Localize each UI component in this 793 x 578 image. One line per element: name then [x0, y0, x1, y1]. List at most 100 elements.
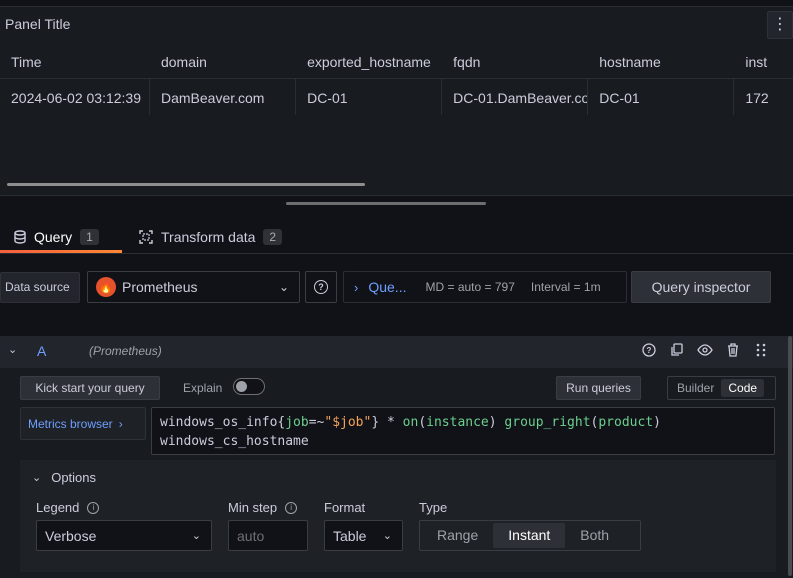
- legend-select[interactable]: Verbose ⌄: [36, 520, 212, 551]
- options-toggle[interactable]: ⌄ Options: [32, 470, 96, 485]
- type-instant[interactable]: Instant: [493, 523, 566, 548]
- kebab-icon[interactable]: ⋮: [767, 11, 793, 39]
- query-ref-id[interactable]: A: [37, 343, 46, 359]
- tab-query[interactable]: Query 1: [14, 220, 99, 253]
- column-header[interactable]: inst: [734, 45, 793, 78]
- datasource-help-button[interactable]: ?: [305, 271, 337, 303]
- datasource-label: Data source: [0, 272, 80, 303]
- table-cell: 2024-06-02 03:12:39: [0, 79, 150, 115]
- chevron-down-icon: ⌄: [382, 530, 392, 542]
- editor-mode-switch: Builder Code: [667, 376, 776, 400]
- metrics-browser-button[interactable]: Metrics browser ›: [20, 407, 146, 440]
- code-token: group_right: [504, 415, 591, 430]
- code-token: windows_os_info{: [160, 415, 286, 430]
- min-step-placeholder: auto: [237, 527, 265, 544]
- run-queries-button[interactable]: Run queries: [556, 376, 641, 400]
- info-icon[interactable]: i: [285, 501, 298, 514]
- help-icon: ?: [314, 280, 328, 294]
- min-step-label: Min step: [228, 500, 278, 515]
- tab-transform-label: Transform data: [161, 228, 256, 245]
- chevron-down-icon: ⌄: [32, 472, 42, 484]
- code-token: (: [418, 415, 427, 430]
- code-token: job: [285, 415, 309, 430]
- resize-splitter[interactable]: [286, 202, 486, 205]
- collapse-chevron-icon[interactable]: ⌄: [8, 343, 17, 356]
- table-cell: 172: [745, 90, 769, 106]
- toggle-knob: [236, 381, 247, 392]
- code-token: product: [598, 415, 654, 430]
- panel: Panel Title ⋮ Time domain exported_hostn…: [0, 6, 793, 196]
- tab-query-label: Query: [34, 228, 73, 245]
- legend-value: Verbose: [45, 527, 97, 544]
- query-toolbar: Data source 🔥 Prometheus ⌄ ? › Que... MD…: [0, 270, 793, 304]
- duplicate-icon[interactable]: [669, 343, 685, 359]
- format-select[interactable]: Table ⌄: [324, 520, 403, 551]
- code-token: ): [488, 415, 505, 430]
- explain-toggle[interactable]: [233, 378, 265, 395]
- help-icon[interactable]: ?: [641, 343, 657, 359]
- query-options-toggle[interactable]: › Que... MD = auto = 797 Interval = 1m: [343, 271, 627, 303]
- legend-label-wrap: Legend i: [36, 500, 100, 515]
- mode-builder[interactable]: Builder: [670, 379, 721, 397]
- tab-query-count: 1: [80, 228, 99, 245]
- eye-icon[interactable]: [697, 343, 713, 359]
- tab-transform-count: 2: [263, 228, 283, 245]
- kick-start-button[interactable]: Kick start your query: [20, 376, 160, 400]
- query-inspector-button[interactable]: Query inspector: [631, 271, 771, 303]
- min-step-label-wrap: Min step i: [228, 500, 298, 515]
- query-row-actions: ?: [641, 343, 769, 359]
- mode-code[interactable]: Code: [721, 379, 765, 397]
- datasource-name: Prometheus: [122, 279, 198, 295]
- editor-tabs: Query 1 Transform data 2: [0, 220, 793, 254]
- format-value: Table: [333, 527, 367, 544]
- data-table: Time domain exported_hostname fqdn hostn…: [0, 45, 793, 115]
- info-icon[interactable]: i: [87, 501, 100, 514]
- svg-text:?: ?: [647, 346, 652, 355]
- tab-transform-data[interactable]: Transform data 2: [139, 220, 283, 253]
- horizontal-scrollbar[interactable]: [7, 183, 365, 186]
- legend-label: Legend: [36, 500, 80, 515]
- type-label: Type: [419, 500, 448, 515]
- code-token: } *: [371, 415, 403, 430]
- panel-title: Panel Title: [5, 16, 71, 32]
- transform-icon: [139, 229, 153, 244]
- query-row-header: ⌄ A (Prometheus) ?: [0, 336, 793, 368]
- type-both[interactable]: Both: [565, 523, 624, 548]
- column-header[interactable]: Time: [0, 45, 150, 78]
- table-row: 2024-06-02 03:12:39 DamBeaver.com DC-01 …: [0, 79, 793, 115]
- table-cell: DC-01.DamBeaver.co: [442, 79, 589, 115]
- table-cell: DC-01: [296, 79, 443, 115]
- chevron-right-icon: ›: [354, 279, 359, 295]
- vertical-scrollbar[interactable]: [788, 336, 792, 576]
- format-label: Format: [324, 500, 366, 515]
- trash-icon[interactable]: [725, 343, 741, 359]
- column-header[interactable]: fqdn: [442, 45, 588, 78]
- drag-handle-icon[interactable]: [753, 343, 769, 359]
- query-editor-row: ⌄ A (Prometheus) ? Kick start your query…: [0, 336, 793, 578]
- datasource-picker[interactable]: 🔥 Prometheus ⌄: [87, 271, 300, 303]
- type-radio-group: Range Instant Both: [419, 520, 641, 551]
- code-token: on: [402, 415, 419, 430]
- code-token: =~: [308, 415, 325, 430]
- max-data-points-info: MD = auto = 797: [425, 280, 515, 294]
- column-header[interactable]: hostname: [588, 45, 734, 78]
- chevron-down-icon: ⌄: [278, 280, 289, 294]
- column-header[interactable]: exported_hostname: [296, 45, 442, 78]
- prometheus-logo-icon: 🔥: [96, 277, 116, 297]
- interval-info: Interval = 1m: [530, 280, 601, 294]
- chevron-down-icon: ⌄: [191, 530, 201, 542]
- database-icon: [14, 229, 26, 244]
- query-expression-editor[interactable]: windows_os_info{job=~"$job"} * on(instan…: [151, 407, 775, 455]
- min-step-input[interactable]: auto: [228, 520, 308, 551]
- table-cell: DamBeaver.com: [150, 79, 297, 115]
- type-range[interactable]: Range: [422, 523, 493, 548]
- query-datasource-name: (Prometheus): [89, 344, 162, 358]
- chevron-right-icon: ›: [118, 416, 123, 431]
- code-token: "$job": [324, 415, 372, 430]
- table-header-row: Time domain exported_hostname fqdn hostn…: [0, 45, 793, 79]
- column-header[interactable]: domain: [150, 45, 296, 78]
- metrics-browser-label: Metrics browser: [28, 416, 113, 431]
- code-token: ): [653, 415, 661, 430]
- explain-label: Explain: [183, 381, 223, 395]
- active-tab-indicator: [0, 250, 122, 253]
